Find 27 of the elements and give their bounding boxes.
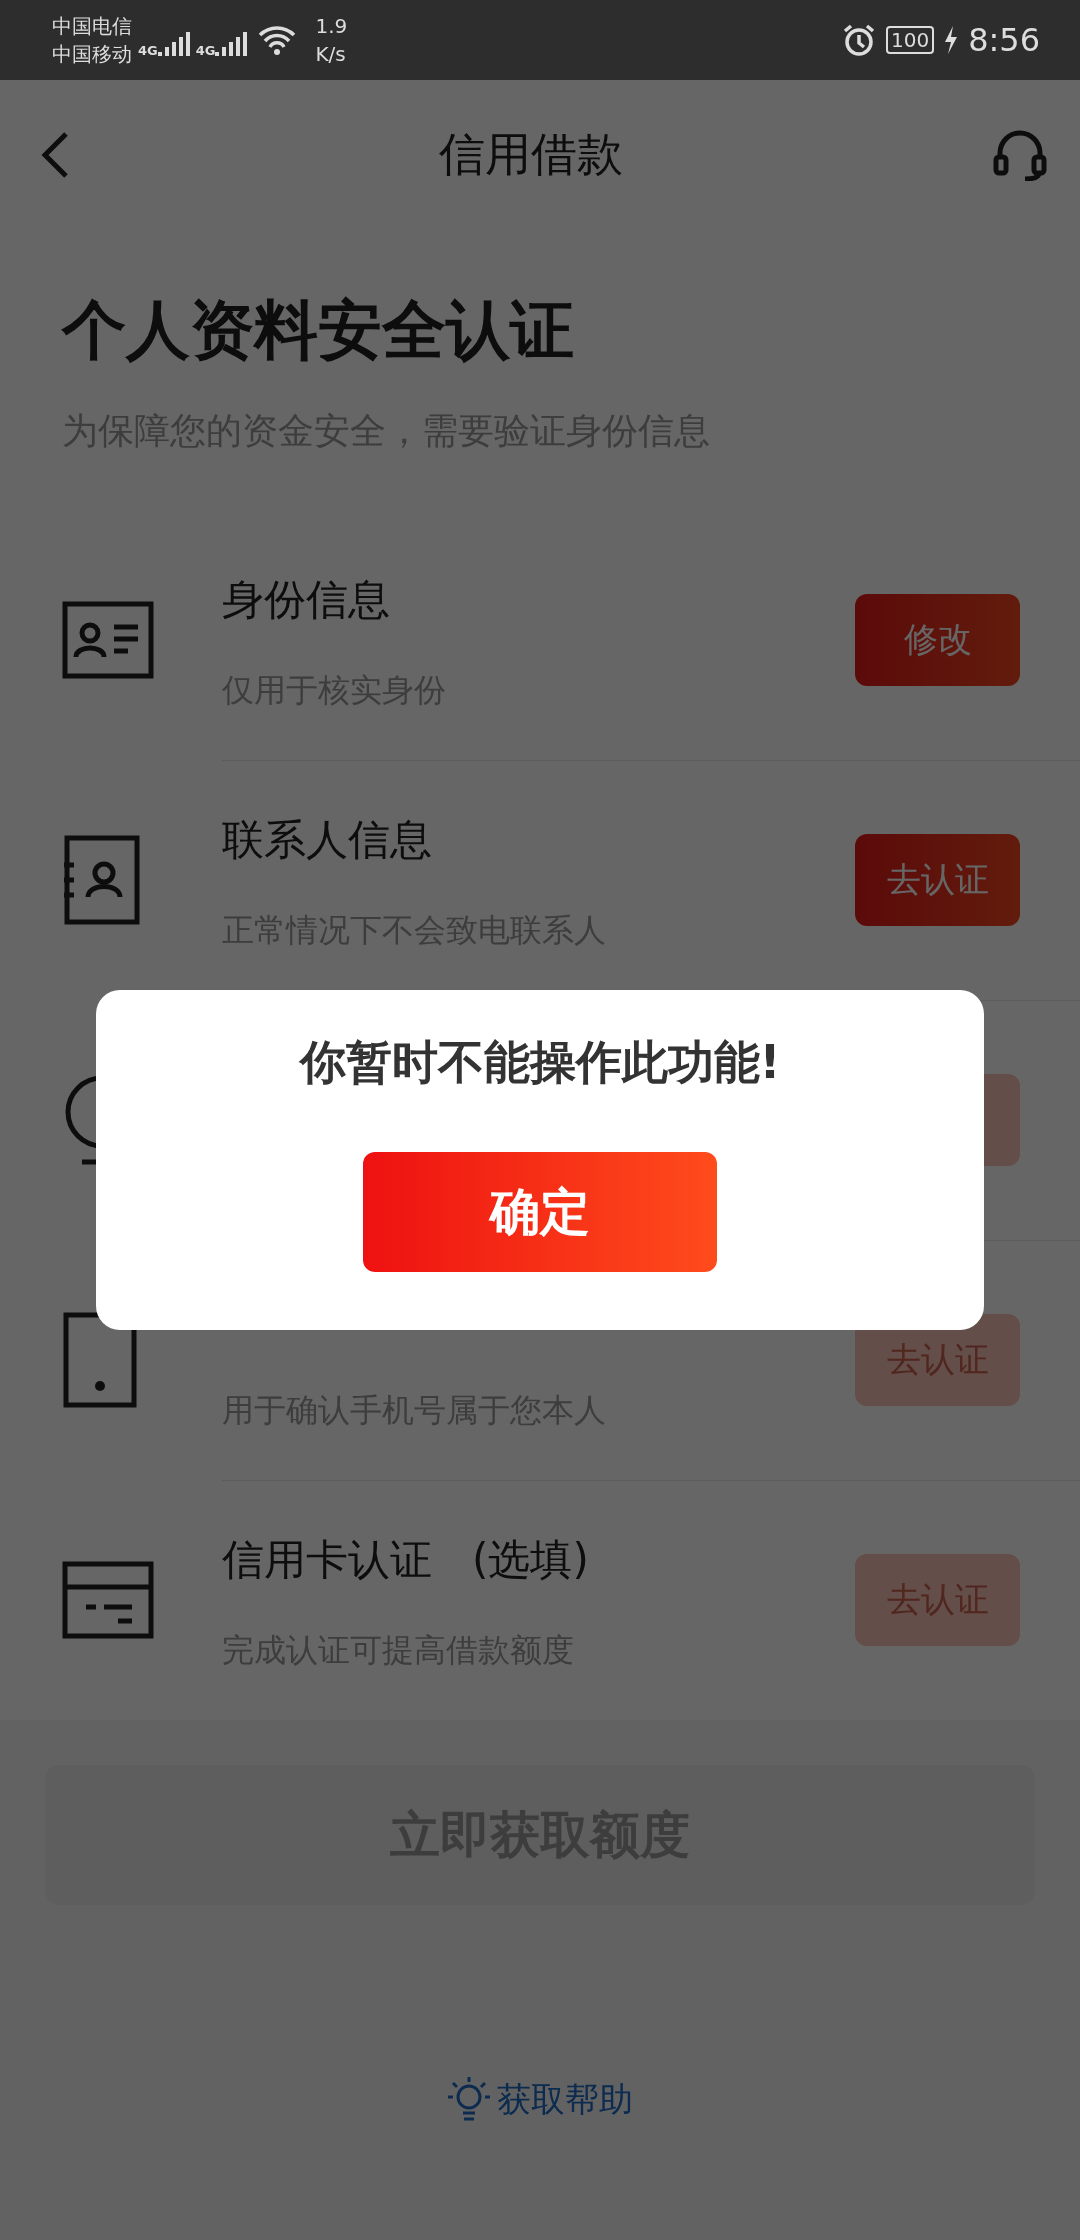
network-speed: 1.9 [315,13,348,40]
contact-card-icon [62,835,140,925]
carrier-name: 中国移动 [52,41,132,68]
network-type: 4G [195,42,216,58]
headset-icon[interactable] [992,129,1048,181]
page-title: 信用借款 [439,126,623,183]
item-title: 身份信息 [222,574,390,624]
verify-button[interactable]: 去认证 [855,833,1020,926]
verify-button[interactable]: 修改 [855,593,1020,686]
optional-tag: (选填) [472,1535,589,1584]
battery-level: 100 [885,26,935,54]
help-link[interactable]: 获取帮助 [497,2077,633,2123]
clock-time: 8:56 [968,21,1040,59]
dialog-message: 你暂时不能操作此功能! [299,1034,781,1091]
item-title: 联系人信息 [222,814,432,864]
id-card-icon [62,601,154,679]
charging-icon [944,26,959,54]
wifi-icon [257,25,298,55]
credit-card-icon [62,1561,154,1639]
back-icon[interactable] [40,131,70,179]
confirm-button[interactable]: 确定 [363,1152,717,1272]
alarm-icon [841,23,876,57]
carrier-name: 中国电信 [52,13,132,40]
network-speed: K/s [315,41,347,68]
item-title: 信用卡认证 [222,1535,432,1584]
section-heading: 个人资料安全认证 [62,292,575,369]
network-type: 4G [138,42,158,58]
